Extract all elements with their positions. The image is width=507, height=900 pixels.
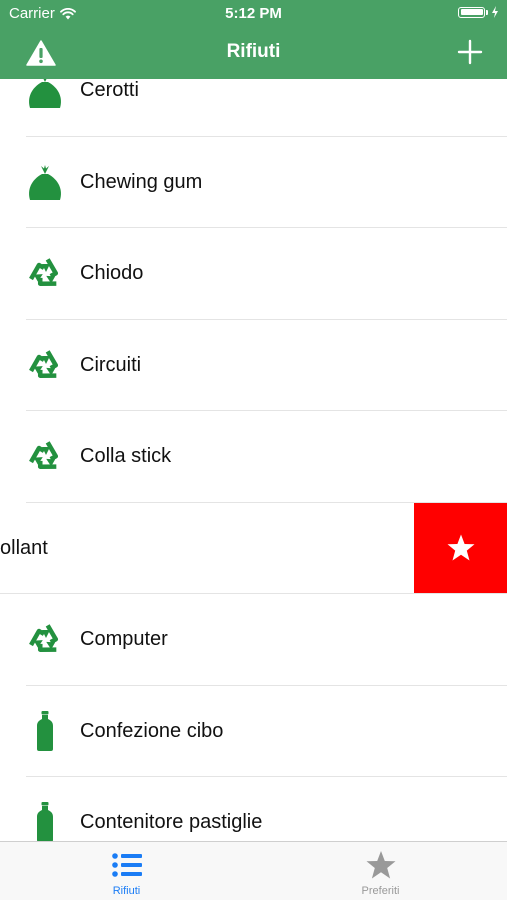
waste-list[interactable]: Cerotti Chewing gum Chiodo Circuiti Coll… <box>0 79 507 841</box>
list-item-label: Chewing gum <box>80 170 203 193</box>
list-item-cerotti[interactable]: Cerotti <box>0 79 507 137</box>
waste-list-content: Cerotti Chewing gum Chiodo Circuiti Coll… <box>0 79 507 841</box>
star-icon <box>366 851 395 879</box>
status-time: 5:12 PM <box>225 5 282 22</box>
bottle-icon <box>37 710 53 751</box>
app-screen: Carrier 5:12 PM Rifiuti Cerotti Chewing … <box>0 0 507 900</box>
list-item-label: Confezione cibo <box>80 719 224 742</box>
plus-icon <box>457 39 483 65</box>
add-to-favorites-button[interactable] <box>414 502 507 594</box>
list-item-label: ollant <box>0 536 48 559</box>
list-item-chiodo[interactable]: Chiodo <box>0 228 507 320</box>
list-item-swiped[interactable]: ollant <box>0 502 507 595</box>
bottle-icon <box>37 802 53 841</box>
tab-preferiti[interactable]: Preferiti <box>254 842 507 900</box>
tab-bar: Rifiuti Preferiti <box>0 841 507 900</box>
charging-icon <box>492 6 498 18</box>
status-bar: Carrier 5:12 PM <box>0 0 507 28</box>
recycle-icon <box>29 349 59 378</box>
header: Carrier 5:12 PM Rifiuti <box>0 0 507 79</box>
battery-icon <box>458 6 485 18</box>
add-button[interactable] <box>457 39 483 65</box>
trash-bag-icon <box>29 164 61 200</box>
list-item-label: Computer <box>80 628 168 650</box>
tab-label: Preferiti <box>361 885 400 897</box>
recycle-icon <box>29 624 59 652</box>
list-item-contenitore-pastiglie[interactable]: Contenitore pastiglie <box>0 777 507 841</box>
list-item-label: Chiodo <box>80 262 144 284</box>
battery-fill <box>460 9 483 15</box>
recycle-icon <box>29 258 59 286</box>
list-item-label: Circuiti <box>80 353 142 376</box>
list-item-confezione-cibo[interactable]: Confezione cibo <box>0 685 507 777</box>
trash-bag-icon <box>29 79 61 108</box>
list-item-label: Contenitore pastiglie <box>80 811 263 833</box>
list-item-computer[interactable]: Computer <box>0 594 507 686</box>
list-item-chewing-gum[interactable]: Chewing gum <box>0 136 507 228</box>
recycle-icon <box>29 441 59 469</box>
battery-tip <box>486 9 488 15</box>
battery-indicator <box>458 6 499 18</box>
tab-label: Rifiuti <box>112 885 141 897</box>
list-item-colla-stick[interactable]: Colla stick <box>0 411 507 503</box>
list-icon <box>111 853 142 877</box>
swiped-row-content[interactable]: ollant <box>0 503 427 595</box>
page-title: Rifiuti <box>226 41 281 62</box>
list-item-circuiti[interactable]: Circuiti <box>0 319 507 411</box>
list-item-label: Cerotti <box>80 79 139 101</box>
navigation-bar: Rifiuti <box>0 28 507 79</box>
list-item-label: Colla stick <box>80 445 172 467</box>
tab-rifiuti[interactable]: Rifiuti <box>0 842 253 900</box>
star-icon <box>447 534 474 561</box>
